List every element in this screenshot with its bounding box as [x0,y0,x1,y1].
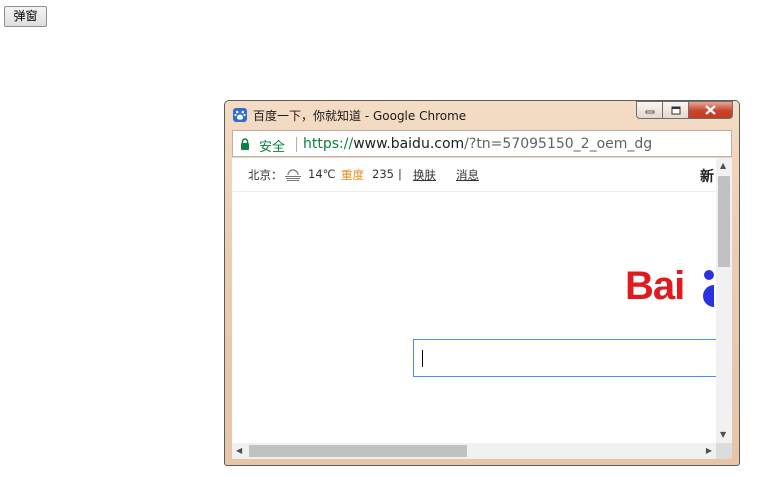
vertical-scrollbar[interactable]: ▲ ▼ [716,158,732,443]
maximize-icon [671,106,680,114]
scrollbar-corner [716,443,732,459]
air-quality-value: 235 [372,167,394,181]
change-skin-link[interactable]: 换肤 [413,167,436,183]
page-viewport: 北京： 14℃ 重度 235 | 换肤 消息 新 Bai ▲ ▼ ◀ ▶ [232,158,732,459]
url-text[interactable]: https://www.baidu.com/?tn=57095150_2_oem… [303,136,652,152]
close-button[interactable] [688,101,733,119]
baidu-top-bar: 北京： 14℃ 重度 235 | 换肤 消息 新 [232,158,716,192]
air-quality-label[interactable]: 重度 [341,167,364,183]
chrome-popup-window: 百度一下，你就知道 - Google Chrome 安全 https://www… [224,100,740,466]
url-scheme: https:// [303,136,354,152]
search-input[interactable] [413,339,723,377]
scroll-up-icon[interactable]: ▲ [720,162,726,170]
temperature: 14℃ [308,167,336,181]
vertical-scroll-thumb[interactable] [718,176,730,267]
title-bar[interactable]: 百度一下，你就知道 - Google Chrome [225,101,739,129]
text-caret [422,350,423,367]
maximize-button[interactable] [662,101,688,119]
url-path: /?tn=57095150_2_oem_dg [464,136,653,152]
minimize-icon [645,110,654,114]
news-link[interactable]: 新 [700,166,714,186]
popup-button[interactable]: 弹窗 [4,6,47,27]
url-host: www.baidu.com [353,136,465,152]
address-divider [296,137,297,152]
topbar-divider: | [398,167,402,181]
scroll-down-icon[interactable]: ▼ [720,431,726,439]
scroll-right-icon[interactable]: ▶ [706,447,712,455]
close-icon [705,105,716,115]
horizontal-scroll-thumb[interactable] [249,445,467,457]
scroll-left-icon[interactable]: ◀ [236,447,242,455]
minimize-button[interactable] [636,101,662,119]
horizontal-scrollbar[interactable]: ◀ ▶ [232,443,716,459]
haze-weather-icon [285,169,301,181]
baidu-logo: Bai [625,264,685,308]
messages-link[interactable]: 消息 [456,167,479,183]
secure-label: 安全 [259,140,286,155]
baidu-paw-icon [233,108,247,122]
lock-icon [241,138,249,150]
address-bar[interactable]: 安全 https://www.baidu.com/?tn=57095150_2_… [232,130,732,157]
city-label: 北京： [248,168,283,182]
window-title: 百度一下，你就知道 - Google Chrome [253,109,467,123]
